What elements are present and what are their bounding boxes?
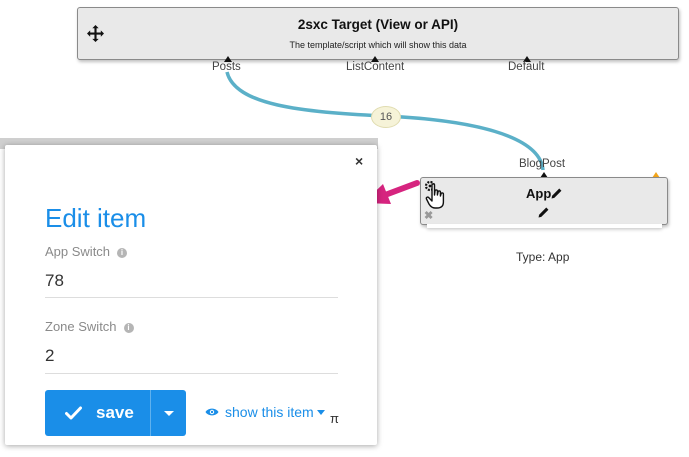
save-button-group: save — [45, 390, 186, 436]
port-label-listcontent: ListContent — [346, 61, 405, 73]
target-node-subtitle: The template/script which will show this… — [289, 40, 467, 50]
app-node[interactable]: App ✖ — [420, 177, 668, 225]
target-node[interactable]: 2sxc Target (View or API) The template/s… — [77, 7, 679, 60]
pi-icon: π — [330, 411, 339, 426]
delete-icon[interactable]: ✖ — [424, 211, 433, 222]
port-label-default: Default — [508, 61, 545, 73]
app-switch-input[interactable]: 78 — [45, 271, 64, 291]
edit-item-dialog: × Edit item App Switch i 78 Zone Switch i … — [5, 145, 377, 445]
target-node-title: 2sxc Target (View or API) — [297, 17, 459, 32]
info-icon[interactable]: i — [123, 323, 134, 333]
save-button-label: save — [96, 403, 134, 422]
zone-switch-input[interactable]: 2 — [45, 346, 54, 366]
chevron-down-icon — [316, 410, 325, 415]
field-label-zone-switch: Zone Switch i — [45, 319, 134, 334]
field-underline — [45, 297, 338, 298]
app-node-type: Type: App — [516, 250, 570, 264]
field-label-app-switch: App Switch i — [45, 244, 128, 259]
dialog-title: Edit item — [45, 203, 147, 233]
save-divider — [150, 390, 151, 436]
show-item-label: show this item — [225, 404, 314, 420]
info-icon[interactable]: i — [117, 248, 128, 258]
pencil-icon[interactable] — [551, 188, 562, 199]
field-underline — [45, 373, 338, 374]
port-label-blogpost: BlogPost — [519, 158, 566, 170]
port-label-posts: Posts — [212, 61, 241, 73]
app-node-title: App — [526, 186, 552, 201]
pencil-icon[interactable] — [538, 207, 549, 218]
save-dropdown-icon[interactable] — [164, 411, 174, 416]
hand-cursor-icon — [425, 183, 445, 209]
save-button[interactable]: save — [45, 390, 150, 436]
check-icon — [65, 406, 82, 420]
show-item-link[interactable]: show this item — [205, 404, 325, 420]
eye-icon — [205, 408, 219, 416]
connection-count-badge: 16 — [371, 106, 401, 128]
app-node-footer — [427, 224, 662, 228]
close-button[interactable]: × — [355, 153, 363, 169]
